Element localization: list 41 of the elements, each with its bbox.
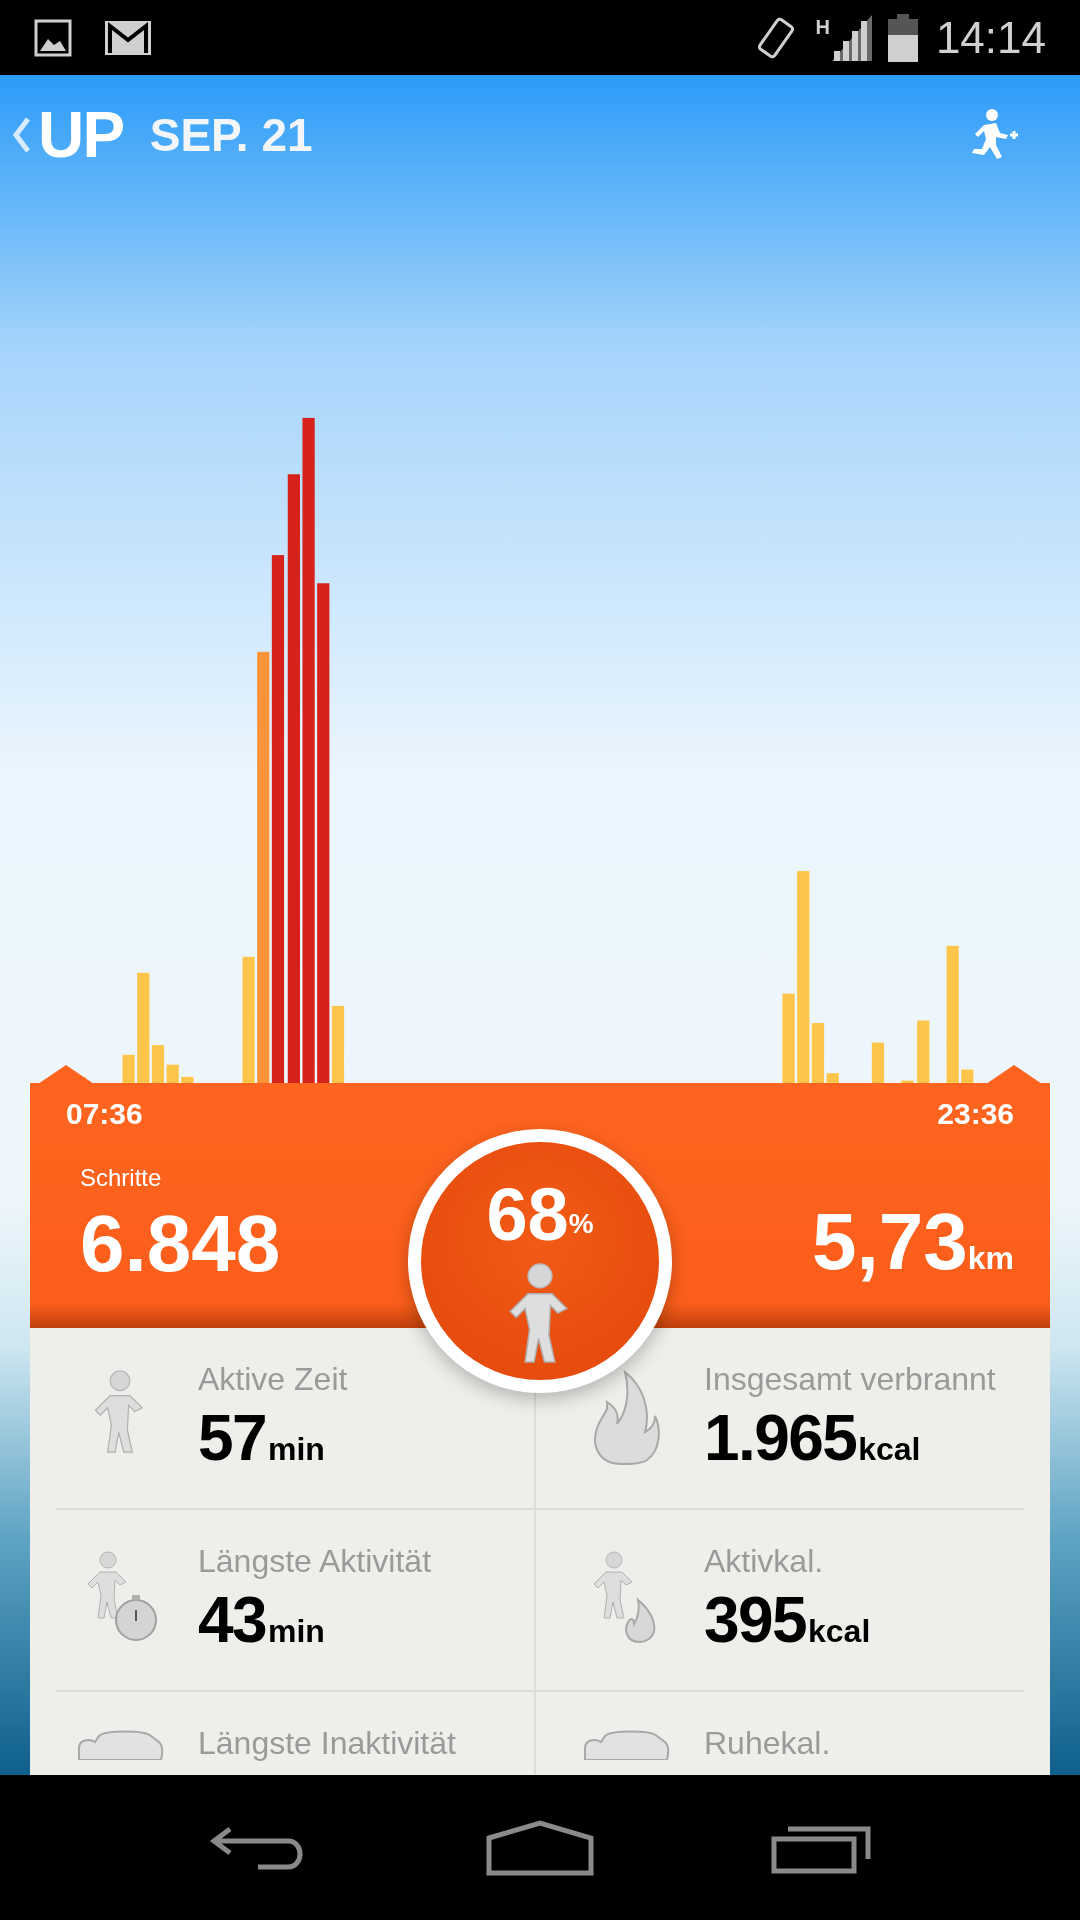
stat-unit: kcal (858, 1433, 921, 1465)
armchair-icon (75, 1730, 165, 1760)
distance-unit: km (967, 1242, 1014, 1274)
stat-label: Aktivkal. (704, 1542, 825, 1581)
gallery-icon (34, 18, 72, 57)
distance-value: 5,73 (812, 1202, 968, 1282)
steps-label: Schritte (80, 1163, 163, 1193)
stat-value: 395 (704, 1588, 806, 1652)
activity-bar (917, 1020, 930, 1083)
stat-label: Insgesamt verbrannt (704, 1360, 996, 1399)
stat-label: Längste Aktivität (198, 1542, 432, 1581)
app-logo: UP (38, 103, 124, 167)
activity-bar (181, 1076, 194, 1083)
activity-bar (901, 1080, 914, 1083)
armchair-icon (581, 1730, 671, 1760)
network-type: H (815, 15, 830, 40)
back-chevron-icon (12, 117, 30, 153)
signal-icon (831, 14, 872, 61)
stat-unit: min (268, 1615, 325, 1647)
card-corner-peak-icon (38, 1065, 94, 1084)
stat-value: 43 (198, 1588, 266, 1652)
stat-label: Ruhekal. (704, 1724, 831, 1763)
date-title: SEP. 21 (149, 112, 313, 158)
activity-bar (961, 1069, 974, 1083)
stat-label: Längste Inaktivität (198, 1724, 456, 1763)
stat-value: 1.965 (704, 1406, 857, 1470)
card-corner-peak-icon (986, 1065, 1042, 1084)
steps-value: 6.848 (80, 1204, 281, 1284)
stat-unit: kcal (808, 1615, 871, 1647)
activity-bar (871, 1042, 885, 1083)
stat-label: Aktive Zeit (198, 1360, 348, 1399)
activity-bar (122, 1054, 135, 1083)
goal-percent-sign: % (568, 1210, 594, 1238)
battery-icon (887, 13, 918, 62)
start-time: 07:36 (66, 1096, 143, 1132)
goal-percent: 68 (486, 1178, 569, 1252)
stat-value: 57 (198, 1406, 266, 1470)
status-time: 14:14 (935, 11, 1046, 64)
end-time: 23:36 (937, 1096, 1014, 1132)
mail-icon (104, 19, 152, 56)
stat-unit: min (268, 1433, 325, 1465)
